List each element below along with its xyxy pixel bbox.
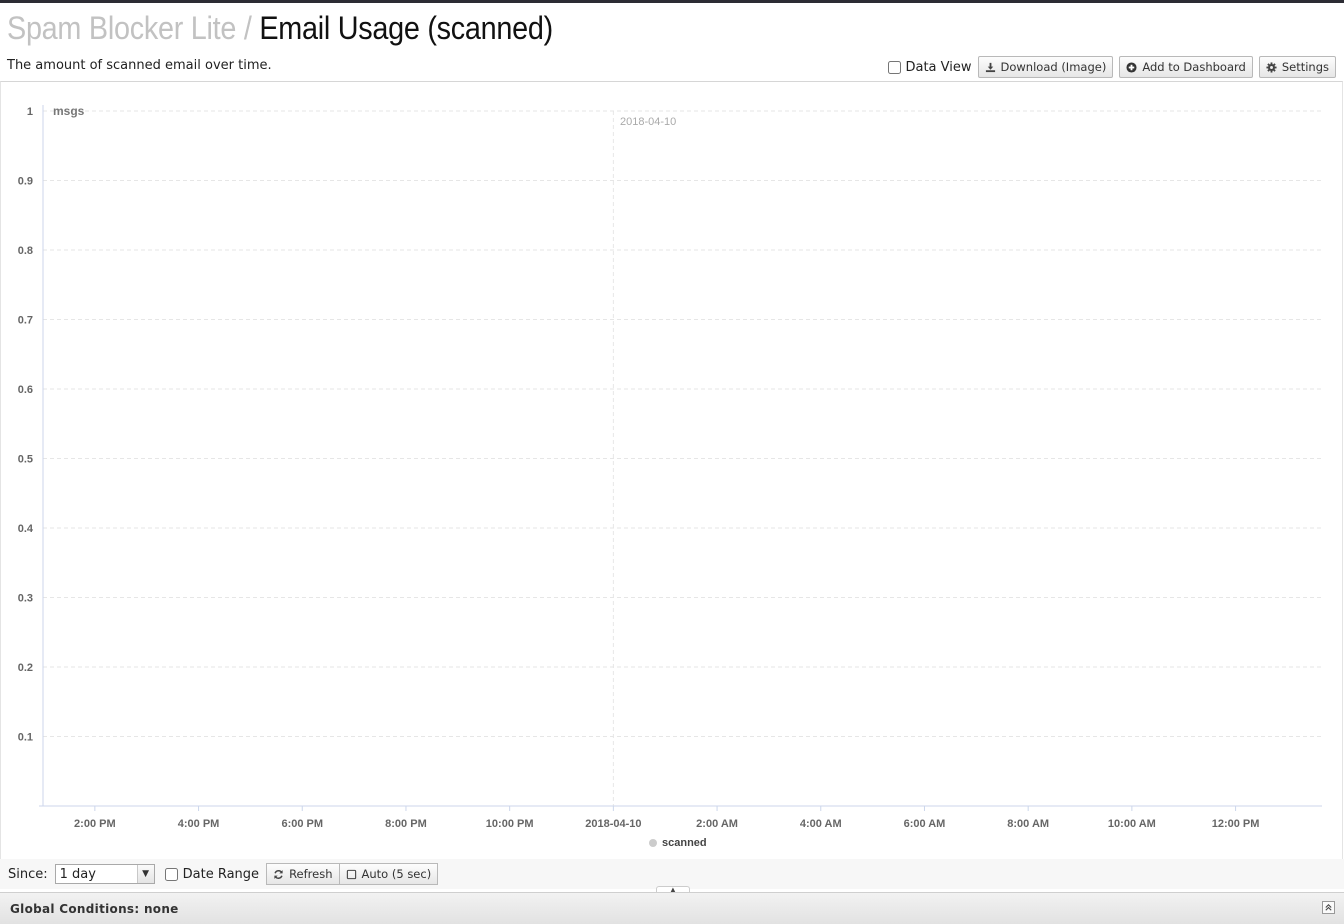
add-to-dashboard-button[interactable]: Add to Dashboard	[1119, 56, 1253, 78]
date-annotation: 2018-04-10	[620, 116, 677, 128]
page-title: Spam Blocker Lite / Email Usage (scanned…	[7, 9, 553, 47]
report-title: Email Usage (scanned)	[259, 10, 553, 46]
y-tick-label: 0.6	[18, 384, 33, 396]
x-tick-label: 12:00 PM	[1212, 818, 1260, 830]
usage-chart: 0.1 0.2 0.3 0.4 0.5 0.6 0.7 0.8 0.9 1 2:00 PM 4:00…	[18, 105, 1322, 830]
app-name: Spam Blocker Lite	[7, 10, 237, 46]
data-view-toggle[interactable]: Data View	[888, 59, 972, 75]
y-tick-label: 1	[27, 106, 33, 118]
y-tick-label: 0.9	[18, 176, 33, 188]
since-label: Since:	[8, 866, 48, 882]
download-image-label: Download (Image)	[1000, 60, 1107, 74]
settings-button[interactable]: Settings	[1258, 56, 1336, 78]
x-tick-label: 4:00 AM	[800, 818, 842, 830]
chart-legend[interactable]: scanned	[649, 837, 707, 849]
date-range-checkbox[interactable]	[164, 867, 178, 881]
y-tick-label: 0.3	[18, 593, 33, 605]
chevron-down-icon[interactable]: ▼	[136, 865, 154, 883]
settings-label: Settings	[1281, 60, 1329, 74]
y-tick-label: 0.4	[18, 523, 34, 535]
x-tick-label: 4:00 PM	[178, 818, 220, 830]
add-to-dashboard-label: Add to Dashboard	[1142, 60, 1246, 74]
report-toolbar: Data View Download (Image) Add to Dashbo…	[888, 55, 1336, 79]
since-value: 1 day	[59, 866, 96, 882]
x-tick-label: 2:00 AM	[696, 818, 738, 830]
y-tick-label: 0.7	[18, 315, 33, 327]
y-tick-label: 0.8	[18, 245, 33, 257]
refresh-button-group: Refresh Auto (5 sec)	[266, 863, 439, 885]
y-tick-label: 0.2	[18, 662, 33, 674]
checkbox-empty-icon	[346, 869, 356, 879]
gear-icon	[1266, 61, 1277, 73]
download-image-button[interactable]: Download (Image)	[977, 56, 1114, 78]
date-range-label: Date Range	[182, 866, 260, 882]
refresh-icon	[274, 869, 283, 879]
y-tick-label: 0.1	[18, 732, 33, 744]
data-view-label: Data View	[905, 59, 972, 75]
global-conditions-label: Global Conditions: none	[10, 901, 179, 916]
auto-refresh-label: Auto (5 sec)	[361, 867, 432, 881]
date-range-toggle[interactable]: Date Range	[164, 866, 260, 882]
refresh-label: Refresh	[289, 867, 333, 881]
chart-panel: 0.1 0.2 0.3 0.4 0.5 0.6 0.7 0.8 0.9 1 2:00 PM 4:00…	[0, 81, 1343, 859]
x-tick-label: 2018-04-10	[585, 818, 641, 830]
x-tick-labels: 2:00 PM 4:00 PM 6:00 PM 8:00 PM 10:00 PM 2018…	[74, 818, 1259, 830]
y-tick-label: 0.5	[18, 454, 33, 466]
global-conditions-bar[interactable]: Global Conditions: none	[0, 892, 1344, 924]
x-tick-label: 8:00 AM	[1007, 818, 1049, 830]
page-header: Spam Blocker Lite / Email Usage (scanned…	[0, 3, 1344, 81]
legend-swatch-scanned	[649, 839, 657, 847]
since-select[interactable]: 1 day ▼	[54, 864, 155, 884]
report-description: The amount of scanned email over time.	[7, 58, 272, 73]
expand-icon[interactable]	[1322, 901, 1335, 914]
x-tick-label: 10:00 PM	[486, 818, 534, 830]
x-tick-label: 2:00 PM	[74, 818, 116, 830]
download-icon	[985, 62, 995, 72]
data-view-checkbox[interactable]	[888, 60, 902, 74]
legend-item-scanned[interactable]: scanned	[662, 837, 707, 849]
x-tick-label: 6:00 PM	[281, 818, 323, 830]
auto-refresh-button[interactable]: Auto (5 sec)	[339, 863, 439, 885]
x-tick-label: 8:00 PM	[385, 818, 427, 830]
x-tick-label: 10:00 AM	[1108, 818, 1156, 830]
y-grid	[43, 110, 1322, 737]
refresh-button[interactable]: Refresh	[266, 863, 340, 885]
y-tick-labels: 0.1 0.2 0.3 0.4 0.5 0.6 0.7 0.8 0.9 1	[18, 106, 34, 744]
x-tick-label: 6:00 AM	[904, 818, 946, 830]
y-axis-label: msgs	[53, 104, 85, 118]
plus-circle-icon	[1126, 61, 1137, 73]
title-separator: /	[243, 10, 252, 46]
time-controls: Since: 1 day ▼ Date Range Refresh Auto (…	[0, 859, 1344, 889]
